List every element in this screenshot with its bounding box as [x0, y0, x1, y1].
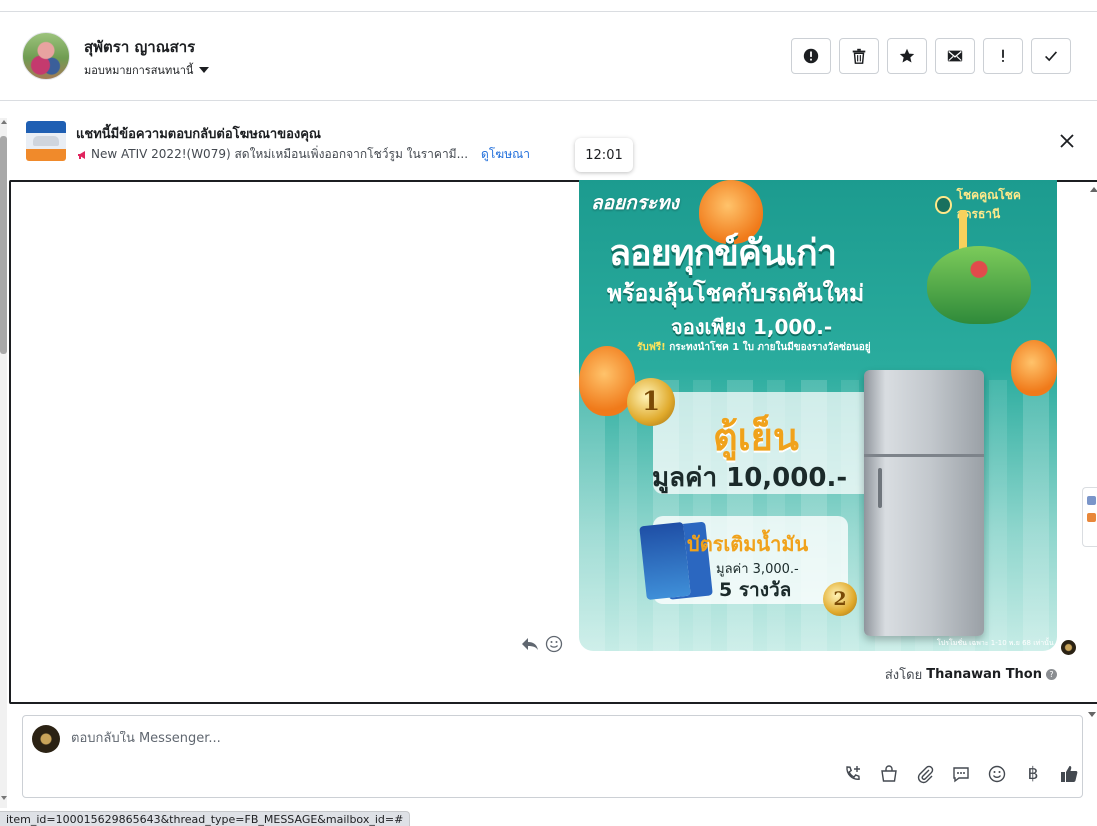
contact-avatar[interactable]	[22, 32, 70, 80]
trash-icon	[852, 48, 866, 64]
second-prize-name: บัตรเติมน้ำมัน	[687, 532, 809, 556]
dealer-logo-icon	[935, 196, 952, 214]
peek-thumbnail	[1087, 496, 1096, 505]
free-gift-label: รับฟรี!	[637, 342, 666, 353]
caret-down-icon	[199, 67, 210, 73]
side-panel-peek[interactable]	[1082, 487, 1097, 547]
dealer-logo: โชคคูณโชค อุดรธานี	[935, 186, 1057, 224]
fridge-handle	[878, 468, 882, 508]
candle-graphic	[959, 210, 967, 252]
reply-input[interactable]	[71, 731, 771, 746]
envelope-icon	[947, 50, 963, 62]
mark-follow-up-button[interactable]	[983, 38, 1023, 74]
view-ad-link[interactable]: ดูโฆษณา	[481, 145, 530, 164]
close-icon[interactable]	[1058, 132, 1076, 150]
ad-thumbnail[interactable]	[26, 121, 66, 161]
fuel-card-image	[639, 521, 691, 601]
sent-by-line: ส่งโดย Thanawan Thon ?	[885, 664, 1057, 685]
first-prize-value: มูลค่า 10,000.-	[652, 463, 848, 493]
scroll-down-arrow-icon[interactable]	[1, 796, 7, 800]
second-prize-medal: 2	[823, 582, 857, 616]
emoji-icon[interactable]	[986, 763, 1008, 785]
thumbs-up-icon[interactable]	[1058, 763, 1080, 785]
sent-by-name[interactable]: Thanawan Thon	[926, 667, 1042, 682]
scroll-down-arrow-icon[interactable]	[1088, 712, 1096, 717]
banner-fine-print: โปรโมชั่น เฉพาะ 1-10 พ.ย 68 เท่านั้น	[937, 639, 1054, 647]
assign-conversation-dropdown[interactable]: มอบหมายการสนทนานี้	[84, 61, 210, 79]
assign-label: มอบหมายการสนทนานี้	[84, 64, 194, 77]
baht-icon[interactable]: ฿	[1022, 763, 1044, 785]
composer-toolbar: ฿	[842, 763, 1080, 785]
exclamation-icon	[1002, 49, 1004, 62]
banner-deposit-offer: จองเพียง 1,000.-	[671, 315, 833, 339]
alert-circle-icon	[803, 48, 819, 64]
conversation-header: สุพัตรา ญาณสาร มอบหมายการสนทนานี้	[0, 12, 1097, 101]
star-icon	[899, 48, 915, 63]
status-bar-url: item_id=100015629865643&thread_type=FB_M…	[0, 811, 411, 826]
messenger-inbox-view: สุพัตรา ญาณสาร มอบหมายการสนทนานี้ แชทนี้…	[0, 0, 1097, 826]
banner-subheadline: พร้อมลุ้นโชคกับรถคันใหม่	[607, 281, 865, 307]
page-avatar	[32, 725, 60, 753]
help-icon[interactable]: ?	[1046, 669, 1057, 680]
krathong-graphic	[927, 246, 1031, 324]
ad-text: New ATIV 2022!(W079) สดใหม่เหมือนเพิ่งออ…	[91, 147, 469, 161]
mark-done-button[interactable]	[1031, 38, 1071, 74]
report-spam-button[interactable]	[791, 38, 831, 74]
first-prize-medal: 1	[627, 378, 675, 426]
delete-button[interactable]	[839, 38, 879, 74]
message-actions	[521, 635, 563, 653]
reply-composer: ฿	[22, 715, 1083, 798]
ad-reply-details: New ATIV 2022!(W079) สดใหม่เหมือนเพิ่งออ…	[76, 145, 530, 164]
peek-thumbnail	[1087, 513, 1096, 522]
refrigerator-image	[864, 370, 984, 636]
scroll-up-arrow-icon[interactable]	[1090, 187, 1097, 192]
free-gift-text: กระทงนำโชค 1 ใบ ภายในมีของรางวัลซ่อนอยู่	[669, 342, 871, 353]
banner-free-gift: รับฟรี! กระทงนำโชค 1 ใบ ภายในมีของรางวัล…	[637, 340, 871, 355]
dealer-logo-text: โชคคูณโชค อุดรธานี	[956, 188, 1021, 221]
second-prize-count: 5 รางวัล	[719, 579, 792, 601]
lantern-graphic	[1011, 340, 1057, 396]
sent-by-label: ส่งโดย	[884, 668, 923, 683]
emoji-reaction-icon[interactable]	[545, 635, 563, 653]
checkmark-icon	[1045, 51, 1058, 62]
reply-icon[interactable]	[521, 636, 539, 652]
sender-avatar	[1061, 640, 1076, 655]
phone-plus-icon[interactable]	[842, 763, 864, 785]
banner-brand: ลอยกระทง	[591, 192, 679, 214]
timestamp-tooltip: 12:01	[575, 138, 633, 172]
star-button[interactable]	[887, 38, 927, 74]
conversation-actions	[791, 38, 1071, 74]
banner-headline: ลอยทุกข์คันเก่า	[609, 233, 837, 274]
paperclip-icon[interactable]	[914, 763, 936, 785]
message-image[interactable]: ลอยกระทง โชคคูณโชค อุดรธานี ลอยทุกข์คันเ…	[579, 180, 1057, 651]
mark-unread-button[interactable]	[935, 38, 975, 74]
scrollbar-thumb[interactable]	[0, 136, 7, 354]
contact-name[interactable]: สุพัตรา ญาณสาร	[84, 35, 195, 59]
scroll-up-arrow-icon[interactable]	[1, 120, 7, 124]
megaphone-icon	[78, 150, 85, 159]
chat-bubble-icon[interactable]	[950, 763, 972, 785]
shopping-bag-icon[interactable]	[878, 763, 900, 785]
ad-reply-title: แชทนี้มีข้อความตอบกลับต่อโฆษณาของคุณ	[76, 127, 321, 142]
